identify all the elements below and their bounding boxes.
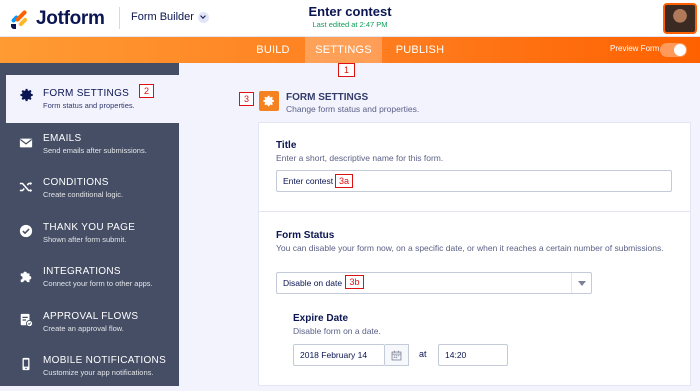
header-divider xyxy=(119,7,120,29)
annotation-badge-1: 1 xyxy=(338,63,355,77)
at-label: at xyxy=(419,349,427,359)
expire-date-value: 2018 February 14 xyxy=(300,350,368,360)
calendar-icon xyxy=(391,350,402,361)
section-description: Change form status and properties. xyxy=(286,104,420,114)
title-description: Enter a short, descriptive name for this… xyxy=(276,153,444,163)
annotation-badge-3a: 3a xyxy=(335,174,353,188)
tab-build[interactable]: BUILD xyxy=(238,37,308,63)
sidebar-item-conditions[interactable]: CONDITIONS Create conditional logic. xyxy=(0,169,179,213)
form-status-value: Disable on date xyxy=(283,278,343,288)
form-settings-header-icon xyxy=(259,91,279,111)
sidebar-item-desc: Shown after form submit. xyxy=(43,235,127,244)
chevron-down-icon xyxy=(197,11,209,23)
annotation-badge-2: 2 xyxy=(139,84,154,98)
title-input-value: Enter contest xyxy=(283,176,334,186)
calendar-button[interactable] xyxy=(385,344,409,366)
preview-form-toggle[interactable] xyxy=(660,43,687,57)
sidebar-item-label: APPROVAL FLOWS xyxy=(43,311,139,322)
brand-name: Jotform xyxy=(36,8,105,29)
sidebar-item-label: MOBILE NOTIFICATIONS xyxy=(43,355,167,366)
expire-date-input[interactable]: 2018 February 14 xyxy=(293,344,385,366)
sidebar-item-approval-flows[interactable]: APPROVAL FLOWS Create an approval flow. xyxy=(0,303,179,347)
sidebar-item-form-settings[interactable]: FORM SETTINGS Form status and properties… xyxy=(6,75,179,123)
sidebar-item-thank-you-page[interactable]: THANK YOU PAGE Shown after form submit. xyxy=(0,214,179,258)
avatar[interactable] xyxy=(663,3,697,34)
form-title[interactable]: Enter contest xyxy=(250,4,450,19)
tab-settings[interactable]: SETTINGS xyxy=(305,37,382,63)
sidebar-item-desc: Create conditional logic. xyxy=(43,190,124,199)
sidebar-item-label: EMAILS xyxy=(43,133,82,144)
sidebar-item-desc: Send emails after submissions. xyxy=(43,146,147,155)
mobile-icon xyxy=(22,357,30,371)
last-edited-status: Last edited at 2:47 PM xyxy=(312,20,388,29)
approval-icon xyxy=(20,313,33,327)
sidebar-item-desc: Form status and properties. xyxy=(43,101,135,110)
shuffle-icon xyxy=(19,181,33,193)
annotation-badge-3: 3 xyxy=(239,92,254,106)
gear-icon xyxy=(20,88,33,102)
form-builder-menu[interactable]: Form Builder xyxy=(131,11,209,23)
title-label: Title xyxy=(276,140,297,151)
envelope-icon xyxy=(19,138,33,148)
preview-form-label: Preview Form xyxy=(610,44,660,53)
sidebar-item-emails[interactable]: EMAILS Send emails after submissions. xyxy=(0,125,179,169)
card-divider xyxy=(259,211,690,212)
expire-date-description: Disable form on a date. xyxy=(293,326,381,336)
expire-date-label: Expire Date xyxy=(293,313,349,324)
top-header: Jotform Form Builder Enter contest Last … xyxy=(0,0,700,37)
sidebar-item-label: INTEGRATIONS xyxy=(43,266,121,277)
expire-time-input[interactable]: 14:20 xyxy=(438,344,508,366)
jotform-logo[interactable]: Jotform xyxy=(9,8,105,30)
sidebar-item-mobile-notifications[interactable]: MOBILE NOTIFICATIONS Customize your app … xyxy=(0,347,179,391)
sidebar-item-desc: Create an approval flow. xyxy=(43,324,124,333)
jotform-logo-icon xyxy=(9,8,31,30)
sidebar-item-label: THANK YOU PAGE xyxy=(43,222,136,233)
section-title: FORM SETTINGS xyxy=(286,92,369,103)
main-nav: BUILD SETTINGS PUBLISH Preview Form xyxy=(0,37,700,63)
expire-time-value: 14:20 xyxy=(445,350,467,360)
form-status-label: Form Status xyxy=(276,230,335,241)
gear-icon xyxy=(263,95,274,107)
chevron-down-icon xyxy=(571,273,591,293)
sidebar-item-desc: Customize your app notifications. xyxy=(43,368,154,377)
annotation-badge-3b: 3b xyxy=(345,275,364,289)
sidebar-item-label: FORM SETTINGS xyxy=(43,88,130,99)
tab-publish[interactable]: PUBLISH xyxy=(384,37,456,63)
form-status-select[interactable]: Disable on date xyxy=(276,272,592,294)
form-builder-label: Form Builder xyxy=(131,11,194,23)
check-circle-icon xyxy=(19,224,33,238)
sidebar-item-desc: Connect your form to other apps. xyxy=(43,279,153,288)
puzzle-icon xyxy=(20,271,32,283)
sidebar-item-integrations[interactable]: INTEGRATIONS Connect your form to other … xyxy=(0,258,179,302)
sidebar-item-label: CONDITIONS xyxy=(43,177,109,188)
form-status-description: You can disable your form now, on a spec… xyxy=(276,243,664,253)
